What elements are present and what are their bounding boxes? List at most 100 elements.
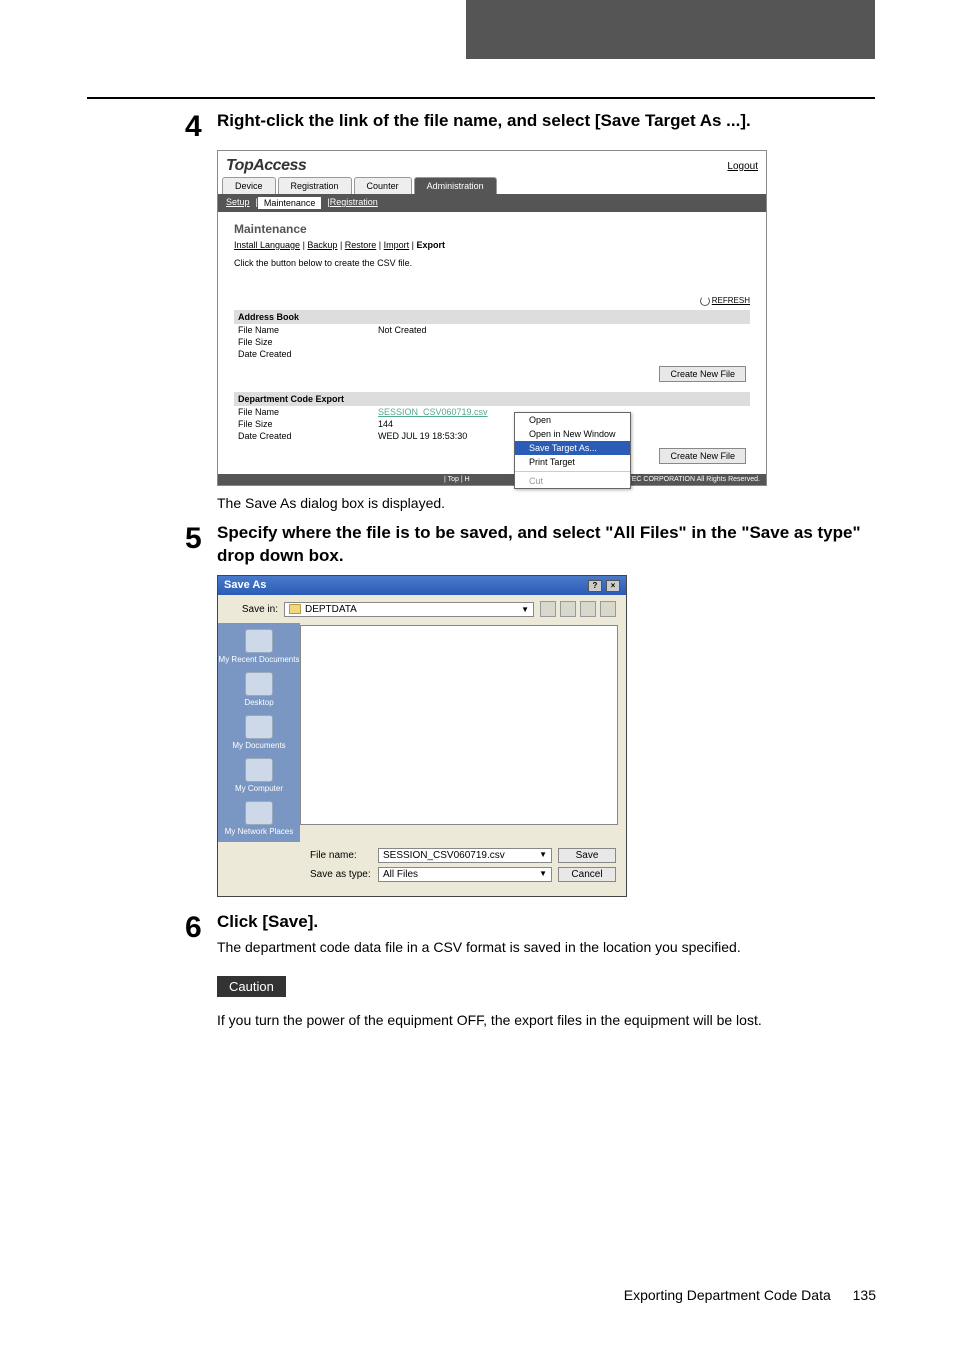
footer-top-link[interactable]: | Top | H: [444, 476, 470, 483]
step-6-text: The department code data file in a CSV f…: [217, 938, 875, 958]
address-book-header: Address Book: [234, 310, 750, 324]
step-6-title: Click [Save].: [217, 911, 875, 934]
filesize-label: File Size: [238, 337, 378, 347]
saveas-screenshot: Save As ? × Save in: DEPTDATA ▼: [217, 575, 875, 897]
link-restore[interactable]: Restore: [345, 240, 377, 250]
new-folder-icon[interactable]: [580, 601, 596, 617]
place-label: Desktop: [244, 698, 273, 707]
context-open[interactable]: Open: [515, 413, 630, 427]
views-icon[interactable]: [600, 601, 616, 617]
create-new-file-button-2[interactable]: Create New File: [659, 448, 746, 464]
place-computer[interactable]: My Computer: [235, 758, 283, 793]
save-as-type-label: Save as type:: [310, 869, 372, 880]
chevron-down-icon[interactable]: ▼: [539, 850, 547, 859]
subtab-registration[interactable]: Registration: [330, 197, 378, 209]
step-4: 4 Right-click the link of the file name,…: [185, 110, 875, 142]
saveas-titlebar: Save As ? ×: [218, 576, 626, 595]
context-open-new-window[interactable]: Open in New Window: [515, 427, 630, 441]
place-desktop[interactable]: Desktop: [244, 672, 273, 707]
savein-dropdown[interactable]: DEPTDATA ▼: [284, 602, 534, 617]
folder-icon: [289, 604, 301, 614]
caution-label: Caution: [217, 976, 286, 997]
toolbar-icons: [540, 601, 616, 617]
page-footer: Exporting Department Code Data 135: [624, 1287, 876, 1303]
step-5: 5 Specify where the file is to be saved,…: [185, 522, 875, 568]
desktop-icon: [245, 672, 273, 696]
topaccess-screenshot: TopAccess Logout Device Registration Cou…: [217, 150, 875, 486]
saveas-title-text: Save As: [224, 579, 266, 592]
main-content: 4 Right-click the link of the file name,…: [185, 110, 875, 1039]
date-label: Date Created: [238, 349, 378, 359]
place-label: My Computer: [235, 784, 283, 793]
filesize-value: 144: [378, 419, 393, 429]
tab-counter[interactable]: Counter: [354, 177, 412, 194]
caution-text: If you turn the power of the equipment O…: [217, 1011, 875, 1031]
filename-value: SESSION_CSV060719.csv: [383, 850, 505, 861]
chevron-down-icon: ▼: [521, 605, 529, 614]
up-icon[interactable]: [560, 601, 576, 617]
maintenance-links: Install Language | Backup | Restore | Im…: [234, 240, 750, 250]
subtab-setup[interactable]: Setup: [226, 197, 250, 209]
filesize-label: File Size: [238, 419, 378, 429]
topaccess-logo: TopAccess: [226, 157, 306, 175]
file-list-area[interactable]: [300, 625, 618, 825]
refresh-link[interactable]: REFRESH: [218, 296, 750, 306]
topaccess-footer: | Top | H ©2000-2006 TOSHIBA TEC CORPORA…: [218, 474, 766, 485]
filename-input[interactable]: SESSION_CSV060719.csv ▼: [378, 848, 552, 863]
address-book-section: Address Book File Name Not Created File …: [234, 310, 750, 382]
tab-administration[interactable]: Administration: [414, 177, 497, 194]
context-separator: [515, 471, 630, 472]
computer-icon: [245, 758, 273, 782]
back-icon[interactable]: [540, 601, 556, 617]
footer-section-title: Exporting Department Code Data: [624, 1287, 831, 1303]
savein-value: DEPTDATA: [305, 604, 357, 615]
context-menu: Open Open in New Window Save Target As..…: [514, 412, 631, 489]
link-export[interactable]: Export: [417, 240, 446, 250]
link-import[interactable]: Import: [384, 240, 410, 250]
step-4-after-text: The Save As dialog box is displayed.: [217, 494, 875, 514]
savein-label: Save in:: [228, 604, 278, 615]
recent-icon: [245, 629, 273, 653]
filename-value: Not Created: [378, 325, 427, 335]
tab-device[interactable]: Device: [222, 177, 276, 194]
context-cut[interactable]: Cut: [515, 474, 630, 488]
place-label: My Network Places: [225, 827, 293, 836]
place-network[interactable]: My Network Places: [225, 801, 293, 836]
date-value: WED JUL 19 18:53:30: [378, 431, 467, 441]
header-gray-bar: [466, 0, 875, 59]
close-button[interactable]: ×: [606, 580, 620, 592]
filename-label: File Name: [238, 325, 378, 335]
step-4-title: Right-click the link of the file name, a…: [217, 110, 875, 133]
logout-link[interactable]: Logout: [727, 161, 758, 172]
create-new-file-button-1[interactable]: Create New File: [659, 366, 746, 382]
filename-label: File name:: [310, 850, 372, 861]
place-label: My Documents: [232, 741, 285, 750]
chevron-down-icon[interactable]: ▼: [539, 869, 547, 878]
maintenance-note: Click the button below to create the CSV…: [234, 258, 750, 268]
save-button[interactable]: Save: [558, 848, 616, 863]
step-number: 6: [185, 913, 217, 943]
sub-tabs: Setup | Maintenance | Registration: [218, 194, 766, 212]
place-documents[interactable]: My Documents: [232, 715, 285, 750]
refresh-icon: [700, 296, 710, 306]
step-number: 5: [185, 524, 217, 554]
link-backup[interactable]: Backup: [307, 240, 337, 250]
context-print-target[interactable]: Print Target: [515, 455, 630, 469]
step-6: 6 Click [Save]. The department code data…: [185, 911, 875, 1030]
dept-code-export-section: Department Code Export File Name SESSION…: [234, 392, 750, 464]
subtab-maintenance[interactable]: Maintenance: [258, 197, 322, 209]
help-button[interactable]: ?: [588, 580, 602, 592]
link-install-language[interactable]: Install Language: [234, 240, 300, 250]
place-recent[interactable]: My Recent Documents: [219, 629, 300, 664]
window-buttons: ? ×: [587, 579, 620, 592]
save-as-type-dropdown[interactable]: All Files▼: [378, 867, 552, 882]
network-icon: [245, 801, 273, 825]
header-rule: [87, 97, 875, 99]
step-5-title: Specify where the file is to be saved, a…: [217, 522, 875, 568]
tab-registration[interactable]: Registration: [278, 177, 352, 194]
refresh-label: REFRESH: [712, 296, 750, 305]
main-tabs: Device Registration Counter Administrati…: [218, 177, 766, 194]
step-number: 4: [185, 112, 217, 142]
cancel-button[interactable]: Cancel: [558, 867, 616, 882]
context-save-target-as[interactable]: Save Target As...: [515, 441, 630, 455]
